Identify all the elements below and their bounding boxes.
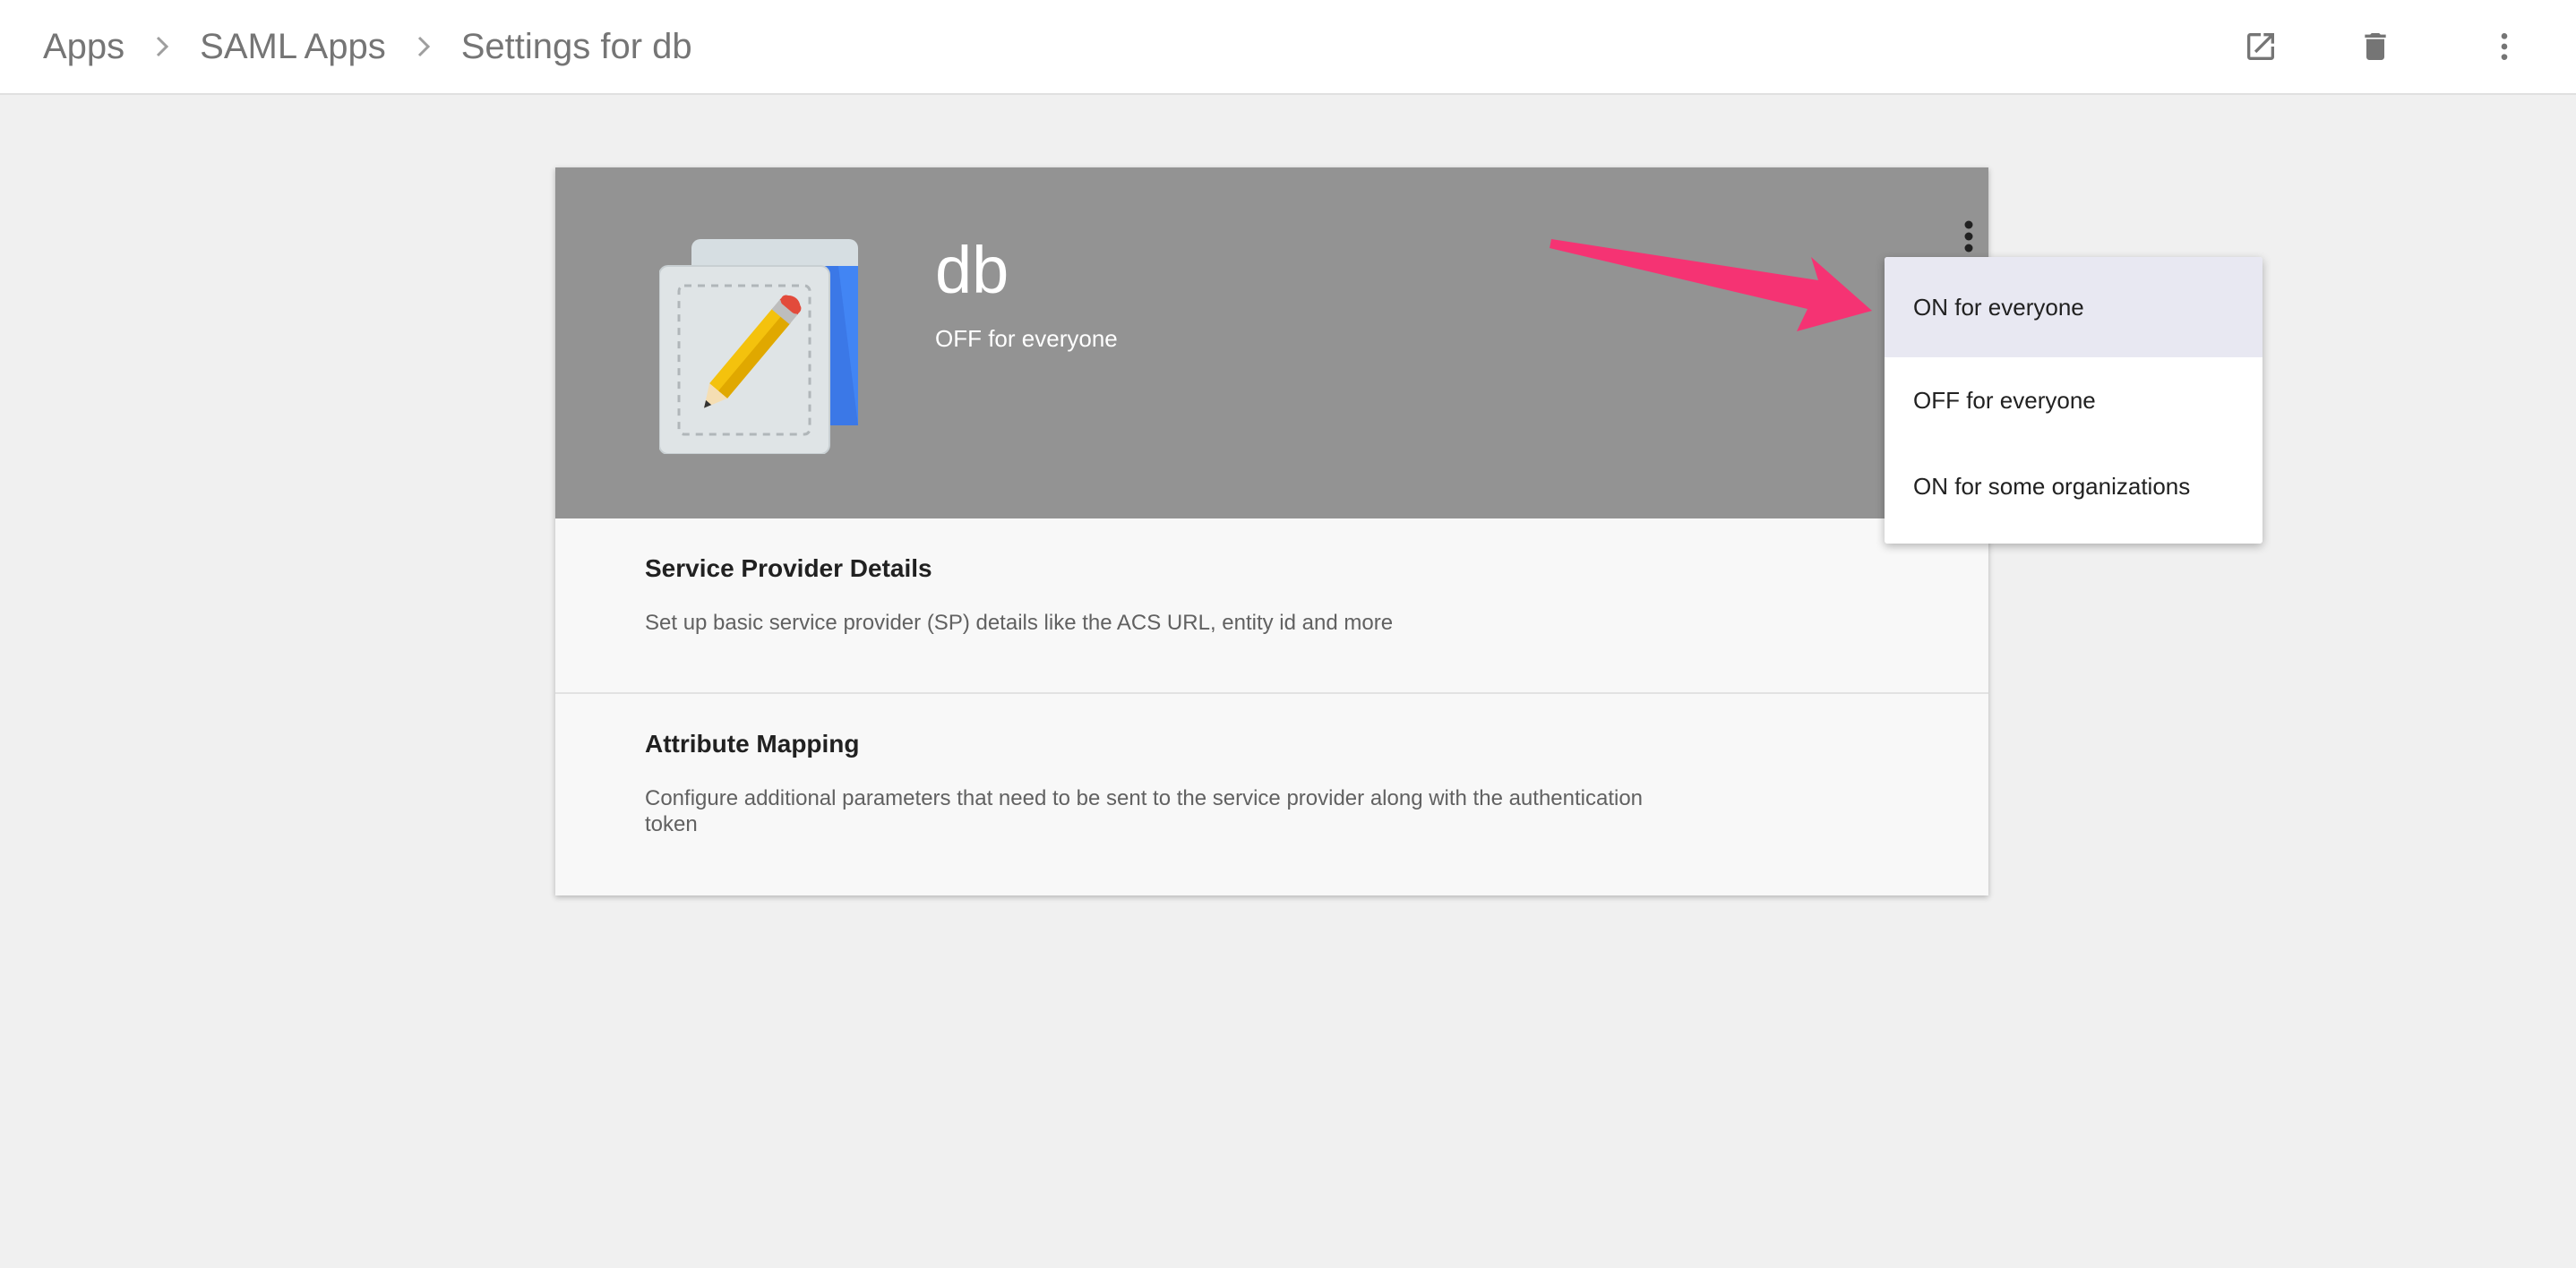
app-name: db <box>935 233 1009 307</box>
service-provider-details-section[interactable]: Service Provider Details Set up basic se… <box>555 518 1988 694</box>
section-title: Attribute Mapping <box>645 730 860 758</box>
breadcrumb-saml-apps[interactable]: SAML Apps <box>200 27 386 67</box>
section-title: Service Provider Details <box>645 554 932 582</box>
status-dropdown-menu: ON for everyone OFF for everyone ON for … <box>1885 257 2263 544</box>
section-description: Set up basic service provider (SP) detai… <box>645 611 1394 635</box>
app-settings-card: db OFF for everyone Service Provider Det… <box>555 167 1988 895</box>
open-in-new-icon[interactable] <box>2237 23 2284 70</box>
breadcrumb: Apps SAML Apps Settings for db <box>43 0 692 93</box>
delete-icon[interactable] <box>2352 23 2399 70</box>
saml-app-logo-icon <box>658 239 865 455</box>
menu-item-on-for-everyone[interactable]: ON for everyone <box>1885 257 2263 357</box>
app-header: db OFF for everyone <box>555 167 1988 518</box>
app-status-menu-icon[interactable] <box>1958 214 1979 259</box>
chevron-right-icon <box>386 0 461 93</box>
menu-item-off-for-everyone[interactable]: OFF for everyone <box>1885 357 2263 443</box>
menu-item-on-for-some-organizations[interactable]: ON for some organizations <box>1885 443 2263 529</box>
section-description: Configure additional parameters that nee… <box>645 786 1644 836</box>
top-app-bar: Apps SAML Apps Settings for db <box>0 0 2576 95</box>
app-status-text: OFF for everyone <box>935 325 1118 352</box>
breadcrumb-current-page: Settings for db <box>460 26 692 66</box>
breadcrumb-apps[interactable]: Apps <box>43 27 125 67</box>
attribute-mapping-section[interactable]: Attribute Mapping Configure additional p… <box>555 694 1988 895</box>
chevron-right-icon <box>125 0 200 93</box>
more-vert-icon[interactable] <box>2481 23 2528 70</box>
